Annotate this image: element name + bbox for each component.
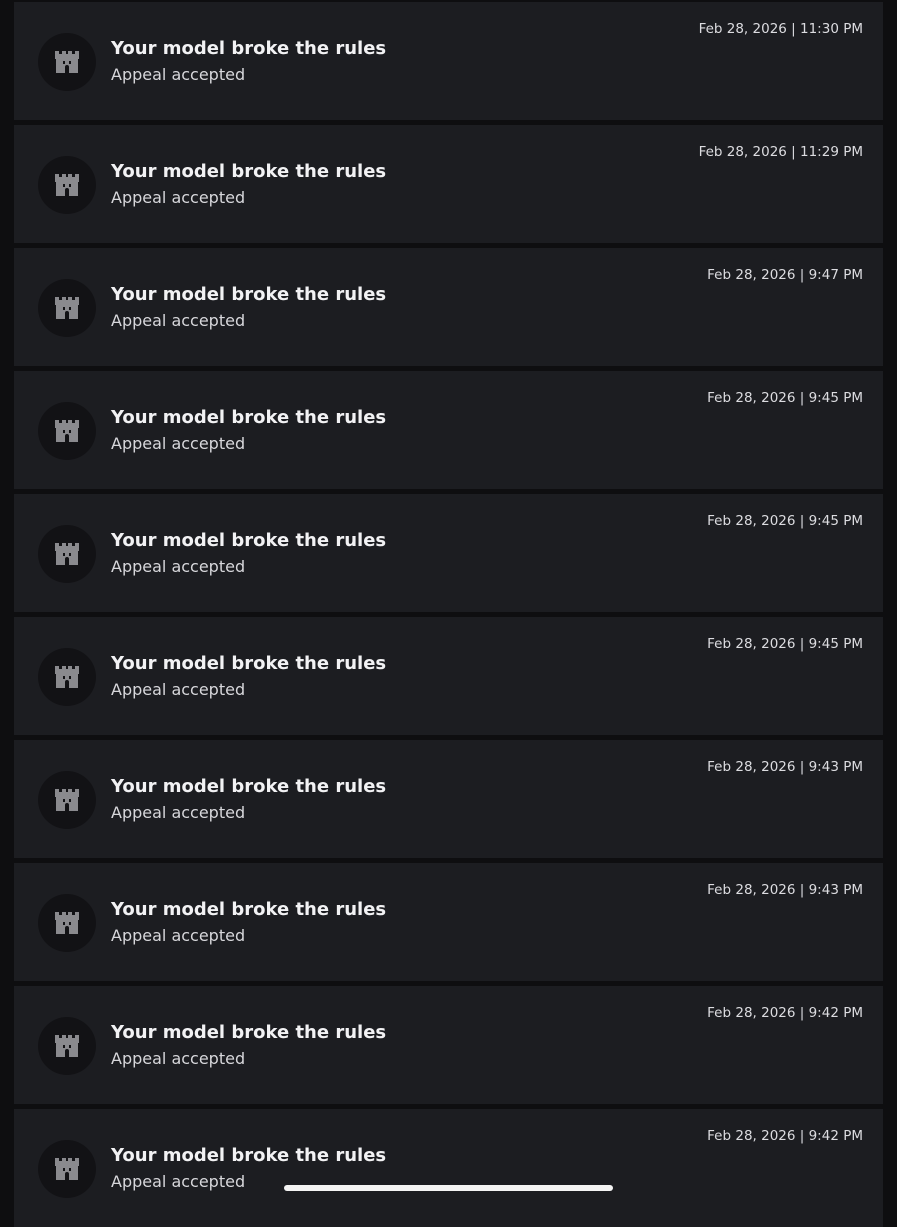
notification-timestamp: Feb 28, 2026 | 9:42 PM — [707, 1128, 863, 1144]
notification-subtitle: Appeal accepted — [111, 65, 246, 84]
notification-title: Your model broke the rules — [111, 1145, 387, 1166]
notification-title: Your model broke the rules — [111, 530, 387, 551]
notification-title: Your model broke the rules — [111, 1022, 387, 1043]
notification-item[interactable]: Your model broke the rules Appeal accept… — [14, 1109, 883, 1227]
notification-title: Your model broke the rules — [111, 407, 387, 428]
notification-timestamp: Feb 28, 2026 | 9:47 PM — [707, 267, 863, 283]
notification-title: Your model broke the rules — [111, 161, 387, 182]
avatar — [38, 33, 96, 91]
notification-title: Your model broke the rules — [111, 38, 387, 59]
castle-icon — [55, 51, 79, 73]
notification-subtitle: Appeal accepted — [111, 557, 246, 576]
castle-icon — [55, 420, 79, 442]
notification-item[interactable]: Your model broke the rules Appeal accept… — [14, 617, 883, 735]
castle-icon — [55, 666, 79, 688]
notification-timestamp: Feb 28, 2026 | 9:45 PM — [707, 513, 863, 529]
avatar — [38, 894, 96, 952]
avatar — [38, 771, 96, 829]
notification-subtitle: Appeal accepted — [111, 803, 246, 822]
home-indicator[interactable] — [284, 1185, 613, 1191]
castle-icon — [55, 543, 79, 565]
notification-timestamp: Feb 28, 2026 | 9:45 PM — [707, 636, 863, 652]
castle-icon — [55, 789, 79, 811]
castle-icon — [55, 1035, 79, 1057]
castle-icon — [55, 1158, 79, 1180]
castle-icon — [55, 297, 79, 319]
avatar — [38, 279, 96, 337]
notification-item[interactable]: Your model broke the rules Appeal accept… — [14, 863, 883, 981]
notification-subtitle: Appeal accepted — [111, 434, 246, 453]
avatar — [38, 648, 96, 706]
notification-title: Your model broke the rules — [111, 284, 387, 305]
avatar — [38, 525, 96, 583]
notification-timestamp: Feb 28, 2026 | 11:30 PM — [698, 21, 863, 37]
avatar — [38, 1140, 96, 1198]
notification-item[interactable]: Your model broke the rules Appeal accept… — [14, 740, 883, 858]
notification-timestamp: Feb 28, 2026 | 9:43 PM — [707, 759, 863, 775]
notification-title: Your model broke the rules — [111, 776, 387, 797]
notification-subtitle: Appeal accepted — [111, 680, 246, 699]
notification-title: Your model broke the rules — [111, 653, 387, 674]
notification-item[interactable]: Your model broke the rules Appeal accept… — [14, 125, 883, 243]
castle-icon — [55, 912, 79, 934]
avatar — [38, 402, 96, 460]
notification-timestamp: Feb 28, 2026 | 9:42 PM — [707, 1005, 863, 1021]
avatar — [38, 1017, 96, 1075]
castle-icon — [55, 174, 79, 196]
notification-item[interactable]: Your model broke the rules Appeal accept… — [14, 986, 883, 1104]
notification-subtitle: Appeal accepted — [111, 1049, 246, 1068]
notification-subtitle: Appeal accepted — [111, 188, 246, 207]
notification-item[interactable]: Your model broke the rules Appeal accept… — [14, 2, 883, 120]
notification-title: Your model broke the rules — [111, 899, 387, 920]
notification-timestamp: Feb 28, 2026 | 9:43 PM — [707, 882, 863, 898]
notification-subtitle: Appeal accepted — [111, 926, 246, 945]
notification-timestamp: Feb 28, 2026 | 11:29 PM — [698, 144, 863, 160]
notification-timestamp: Feb 28, 2026 | 9:45 PM — [707, 390, 863, 406]
notification-item[interactable]: Your model broke the rules Appeal accept… — [14, 494, 883, 612]
notification-subtitle: Appeal accepted — [111, 1172, 246, 1191]
avatar — [38, 156, 96, 214]
notification-item[interactable]: Your model broke the rules Appeal accept… — [14, 371, 883, 489]
notification-subtitle: Appeal accepted — [111, 311, 246, 330]
notification-item[interactable]: Your model broke the rules Appeal accept… — [14, 248, 883, 366]
